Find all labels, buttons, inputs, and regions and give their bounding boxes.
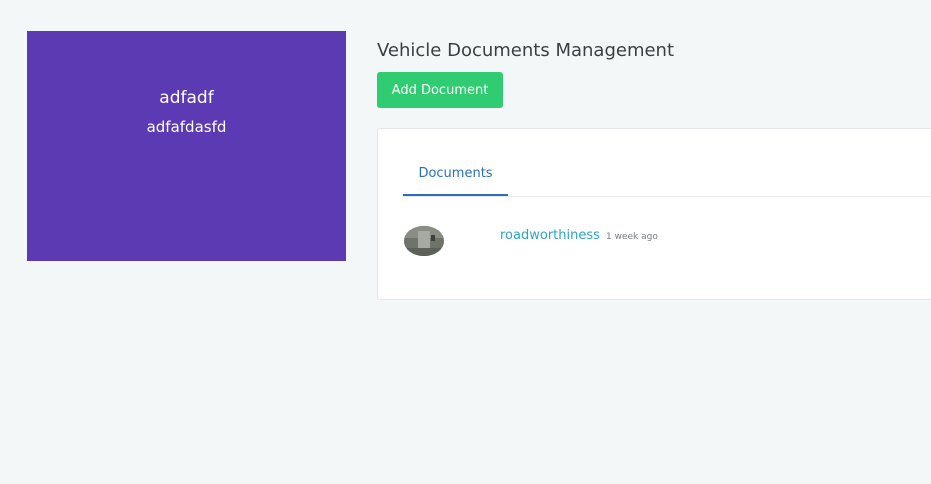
tab-bar: Documents (403, 156, 931, 197)
profile-name: adfadf (159, 88, 214, 108)
document-link[interactable]: roadworthiness (500, 227, 600, 245)
main-content: Vehicle Documents Management Add Documen… (377, 39, 931, 300)
page-title: Vehicle Documents Management (377, 40, 675, 61)
page: adfadf adfafdasfd Vehicle Documents Mana… (0, 0, 931, 484)
add-document-button[interactable]: Add Document (377, 72, 503, 108)
tab-documents[interactable]: Documents (403, 156, 508, 196)
profile-subtitle: adfafdasfd (146, 118, 227, 136)
document-photo-thumbnail-icon[interactable] (404, 226, 444, 256)
document-row: roadworthiness 1 week ago (404, 226, 924, 258)
profile-card: adfadf adfafdasfd (27, 31, 346, 261)
documents-panel: Documents roadworthiness 1 week ago (377, 128, 931, 300)
document-timestamp: 1 week ago (606, 232, 658, 242)
thumbnail-image (404, 226, 444, 256)
